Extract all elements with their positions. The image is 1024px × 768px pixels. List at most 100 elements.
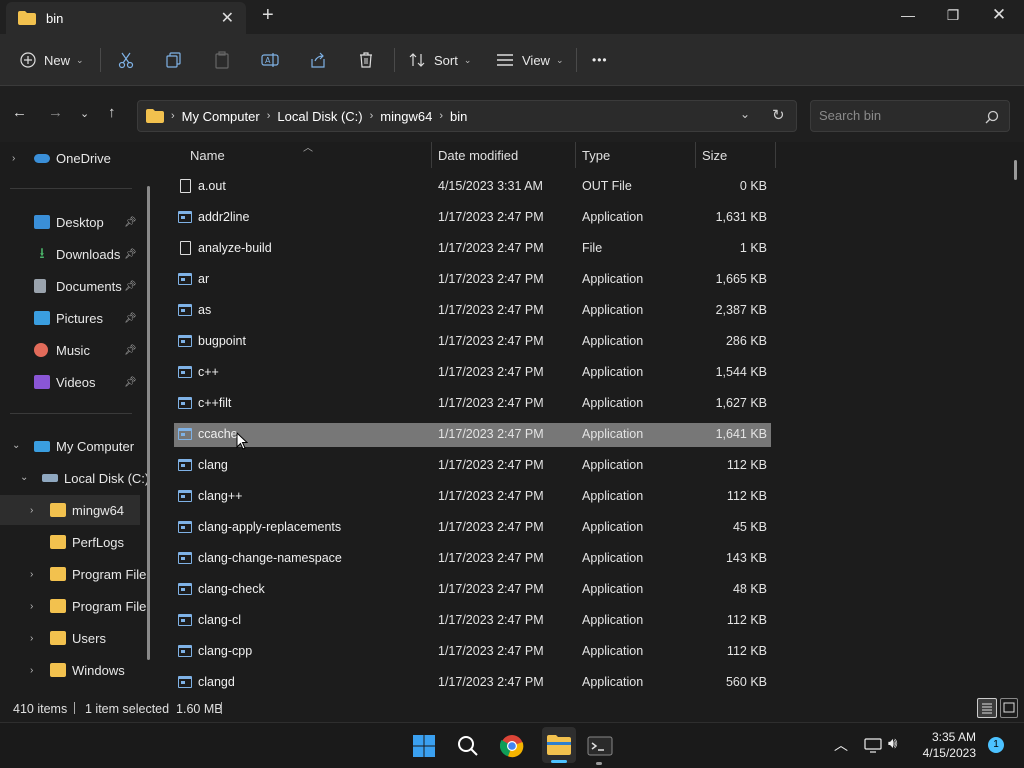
file-row[interactable]: clang-cl 1/17/2023 2:47 PM Application 112 …: [174, 609, 771, 633]
share-button[interactable]: [309, 46, 327, 74]
file-row[interactable]: clang 1/17/2023 2:47 PM Application 112 KB: [174, 454, 771, 478]
chevron-right-icon[interactable]: ›: [267, 110, 271, 122]
file-row[interactable]: analyze-build 1/17/2023 2:47 PM File 1 KB: [174, 237, 771, 261]
chevron-right-icon[interactable]: ›: [30, 601, 33, 612]
search-input[interactable]: [819, 108, 979, 123]
column-header-date[interactable]: Date modified: [438, 142, 518, 168]
column-header-type[interactable]: Type: [582, 142, 610, 168]
tiles-view-button[interactable]: [1000, 698, 1018, 718]
view-button[interactable]: View ⌄: [496, 46, 564, 74]
column-header-size[interactable]: Size: [702, 142, 727, 168]
chevron-right-icon[interactable]: ›: [439, 110, 443, 122]
chevron-right-icon[interactable]: ›: [30, 569, 33, 580]
column-divider[interactable]: [775, 142, 776, 168]
file-row[interactable]: addr2line 1/17/2023 2:47 PM Application 1,6…: [174, 206, 771, 230]
column-divider[interactable]: [695, 142, 696, 168]
sidebar-item-local-disk[interactable]: ⌄ Local Disk (C:): [0, 463, 149, 493]
new-tab-button[interactable]: +: [262, 4, 274, 27]
chevron-down-icon[interactable]: ⌄: [20, 472, 28, 483]
sidebar-item-desktop[interactable]: Desktop 📌︎: [0, 207, 140, 237]
sidebar-item-users[interactable]: › Users: [0, 623, 140, 653]
sidebar-item-documents[interactable]: Documents 📌︎: [0, 271, 140, 301]
sidebar-item-onedrive[interactable]: › OneDrive: [0, 143, 140, 173]
file-row[interactable]: c++ 1/17/2023 2:47 PM Application 1,544 KB: [174, 361, 771, 385]
pin-icon[interactable]: 📌︎: [124, 217, 137, 228]
breadcrumb-local-disk[interactable]: Local Disk (C:): [277, 109, 362, 124]
details-view-button[interactable]: [977, 698, 997, 718]
paste-button[interactable]: [213, 46, 231, 74]
sort-button[interactable]: Sort ⌄: [408, 46, 471, 74]
column-divider[interactable]: [431, 142, 432, 168]
refresh-icon[interactable]: ↻: [772, 106, 785, 124]
file-explorer-taskbar-button[interactable]: [542, 727, 576, 763]
chrome-taskbar-button[interactable]: [498, 732, 526, 760]
up-button[interactable]: ↑: [108, 104, 116, 121]
file-row[interactable]: clang-cpp 1/17/2023 2:47 PM Application 112…: [174, 640, 771, 664]
search-box[interactable]: [810, 100, 1010, 132]
column-header-name[interactable]: Name: [190, 142, 225, 168]
file-row[interactable]: clang-check 1/17/2023 2:47 PM Application 4…: [174, 578, 771, 602]
sidebar-item-music[interactable]: Music 📌︎: [0, 335, 140, 365]
new-button[interactable]: New ⌄: [20, 46, 84, 74]
clock[interactable]: 3:35 AM 4/15/2023: [918, 729, 976, 761]
network-icon[interactable]: [864, 737, 882, 756]
delete-button[interactable]: [357, 46, 375, 74]
sidebar-item-downloads[interactable]: ⭳ Downloads 📌︎: [0, 239, 140, 269]
file-list-scrollbar[interactable]: [1014, 160, 1017, 180]
address-bar[interactable]: › My Computer › Local Disk (C:) › mingw6…: [137, 100, 797, 132]
chevron-right-icon[interactable]: ›: [370, 110, 374, 122]
notification-badge[interactable]: 1: [988, 737, 1004, 753]
copy-button[interactable]: [165, 46, 183, 74]
back-button[interactable]: ←: [12, 104, 27, 121]
file-row[interactable]: a.out 4/15/2023 3:31 AM OUT File 0 KB: [174, 175, 771, 199]
chevron-right-icon[interactable]: ›: [30, 505, 33, 516]
tab-bin[interactable]: bin ✕: [6, 2, 246, 34]
column-divider[interactable]: [575, 142, 576, 168]
pin-icon[interactable]: 📌︎: [124, 249, 137, 260]
close-tab-icon[interactable]: ✕: [221, 8, 234, 28]
breadcrumb-my-computer[interactable]: My Computer: [182, 109, 260, 124]
file-row[interactable]: clangd 1/17/2023 2:47 PM Application 560 KB: [174, 671, 771, 694]
pin-icon[interactable]: 📌︎: [124, 377, 137, 388]
sidebar-item-perflogs[interactable]: PerfLogs: [0, 527, 140, 557]
file-row[interactable]: clang-change-namespace 1/17/2023 2:47 PM A…: [174, 547, 771, 571]
breadcrumb-bin[interactable]: bin: [450, 109, 467, 124]
sidebar-scrollbar[interactable]: [147, 186, 150, 660]
file-row[interactable]: ccache 1/17/2023 2:47 PM Application 1,641 …: [174, 423, 771, 447]
breadcrumb-mingw64[interactable]: mingw64: [380, 109, 432, 124]
file-row[interactable]: ar 1/17/2023 2:47 PM Application 1,665 KB: [174, 268, 771, 292]
sidebar-item-videos[interactable]: Videos 📌︎: [0, 367, 140, 397]
pin-icon[interactable]: 📌︎: [124, 313, 137, 324]
chevron-down-icon[interactable]: ⌄: [12, 440, 20, 451]
file-row[interactable]: as 1/17/2023 2:47 PM Application 2,387 KB: [174, 299, 771, 323]
recent-locations-button[interactable]: ⌄: [80, 107, 89, 120]
maximize-button[interactable]: ❐: [930, 0, 976, 30]
sidebar-item-program-files[interactable]: › Program File: [0, 559, 146, 589]
pin-icon[interactable]: 📌︎: [124, 345, 137, 356]
sidebar-item-my-computer[interactable]: ⌄ My Computer: [0, 431, 140, 461]
address-dropdown-icon[interactable]: ⌄: [740, 107, 750, 121]
rename-button[interactable]: A: [261, 46, 279, 74]
chevron-right-icon[interactable]: ›: [30, 633, 33, 644]
chevron-right-icon[interactable]: ›: [30, 665, 33, 676]
file-row[interactable]: clang++ 1/17/2023 2:47 PM Application 112 K…: [174, 485, 771, 509]
chevron-right-icon[interactable]: ›: [12, 153, 15, 164]
file-row[interactable]: c++filt 1/17/2023 2:47 PM Application 1,627…: [174, 392, 771, 416]
file-row[interactable]: bugpoint 1/17/2023 2:47 PM Application 286 …: [174, 330, 771, 354]
sidebar-item-windows[interactable]: › Windows: [0, 655, 140, 685]
pin-icon[interactable]: 📌︎: [124, 281, 137, 292]
minimize-button[interactable]: —: [885, 0, 931, 30]
volume-icon[interactable]: 🔊︎: [888, 735, 897, 752]
close-window-button[interactable]: ✕: [976, 0, 1022, 30]
sidebar-item-program-files-x86[interactable]: › Program File: [0, 591, 146, 621]
file-row[interactable]: clang-apply-replacements 1/17/2023 2:47 P…: [174, 516, 771, 540]
forward-button[interactable]: →: [48, 104, 63, 121]
more-options-button[interactable]: •••: [592, 46, 608, 74]
show-hidden-icons-button[interactable]: ︿: [834, 735, 848, 755]
start-button[interactable]: [410, 732, 438, 760]
cut-button[interactable]: [117, 46, 135, 74]
sidebar-item-mingw64[interactable]: › mingw64: [0, 495, 140, 525]
search-taskbar-button[interactable]: [454, 732, 482, 760]
search-icon[interactable]: [985, 110, 999, 124]
sidebar-item-pictures[interactable]: Pictures 📌︎: [0, 303, 140, 333]
